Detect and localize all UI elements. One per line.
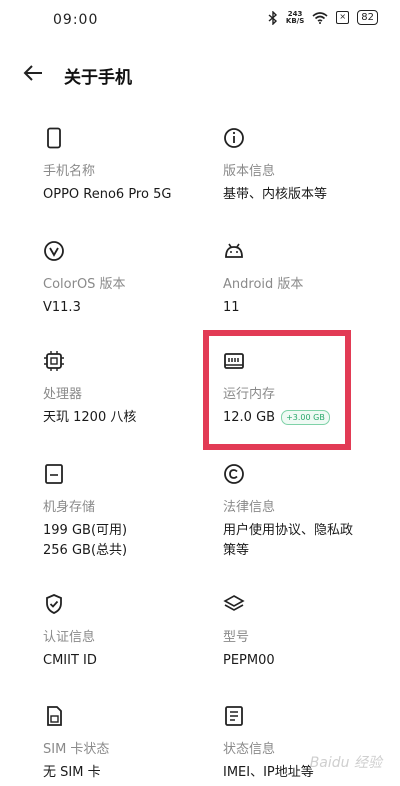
item-value: OPPO Reno6 Pro 5G [43, 187, 172, 202]
sim-icon [47, 706, 62, 726]
storage-available: 199 GB(可用) [43, 523, 128, 538]
net-speed: 243 KB/S [285, 10, 305, 25]
item-value: 基带、内核版本等 [223, 187, 328, 202]
item-label: ColorOS 版本 [43, 277, 126, 292]
info-icon [224, 128, 244, 148]
item-model[interactable]: 型号 PEPM00 [223, 593, 393, 671]
item-value: 无 SIM 卡 [43, 765, 101, 780]
page-title: 关于手机 [64, 68, 132, 88]
status-icons: 243 KB/S × 82 [268, 10, 378, 25]
document-icon [225, 706, 243, 726]
status-bar: 09:00 243 KB/S × 82 [0, 0, 400, 40]
no-sim-icon: × [336, 11, 350, 24]
item-label: 版本信息 [223, 164, 276, 179]
item-label: 处理器 [43, 387, 83, 402]
item-value: 11 [223, 300, 240, 315]
item-coloros-version[interactable]: ColorOS 版本 V11.3 [43, 240, 213, 318]
item-label: 型号 [223, 630, 250, 645]
watermark: Baidu 经验 [309, 755, 382, 771]
copyright-icon [224, 464, 244, 484]
phone-icon [47, 127, 61, 149]
processor-icon [44, 351, 64, 371]
back-arrow-icon[interactable] [20, 60, 46, 86]
shield-icon [46, 594, 62, 614]
item-label: 机身存储 [43, 500, 96, 515]
layers-icon [223, 595, 245, 611]
net-speed-unit: KB/S [285, 16, 305, 25]
item-label: 认证信息 [43, 630, 96, 645]
item-value: 用户使用协议、隐私政 策等 [223, 521, 393, 561]
legal-value-line1: 用户使用协议、隐私政 [223, 523, 354, 538]
highlight-box [203, 330, 351, 450]
item-sim-status[interactable]: SIM 卡状态 无 SIM 卡 [43, 705, 213, 783]
storage-icon [45, 464, 63, 484]
item-label: 手机名称 [43, 164, 96, 179]
item-legal-info[interactable]: 法律信息 用户使用协议、隐私政 策等 [223, 463, 393, 561]
item-storage[interactable]: 机身存储 199 GB(可用) 256 GB(总共) [43, 463, 213, 561]
item-version-info[interactable]: 版本信息 基带、内核版本等 [223, 127, 393, 205]
item-android-version[interactable]: Android 版本 11 [223, 240, 393, 318]
item-value: CMIIT ID [43, 653, 97, 668]
item-certification[interactable]: 认证信息 CMIIT ID [43, 593, 213, 671]
item-value: PEPM00 [223, 653, 275, 668]
item-label: Android 版本 [223, 277, 304, 292]
item-device-name[interactable]: 手机名称 OPPO Reno6 Pro 5G [43, 127, 213, 205]
bluetooth-icon [268, 10, 277, 25]
item-value: V11.3 [43, 300, 81, 315]
android-icon [225, 243, 243, 258]
coloros-icon [44, 241, 64, 261]
legal-value-line2: 策等 [223, 543, 250, 558]
item-label: 法律信息 [223, 500, 276, 515]
app-bar: 关于手机 [0, 52, 400, 96]
storage-total: 256 GB(总共) [43, 543, 128, 558]
item-label: SIM 卡状态 [43, 742, 110, 757]
item-processor[interactable]: 处理器 天玑 1200 八核 [43, 350, 213, 428]
status-time: 09:00 [53, 12, 99, 28]
item-value: 199 GB(可用) 256 GB(总共) [43, 521, 213, 561]
battery-icon: 82 [357, 10, 378, 25]
item-value: 天玑 1200 八核 [43, 410, 137, 425]
wifi-icon [312, 11, 328, 24]
